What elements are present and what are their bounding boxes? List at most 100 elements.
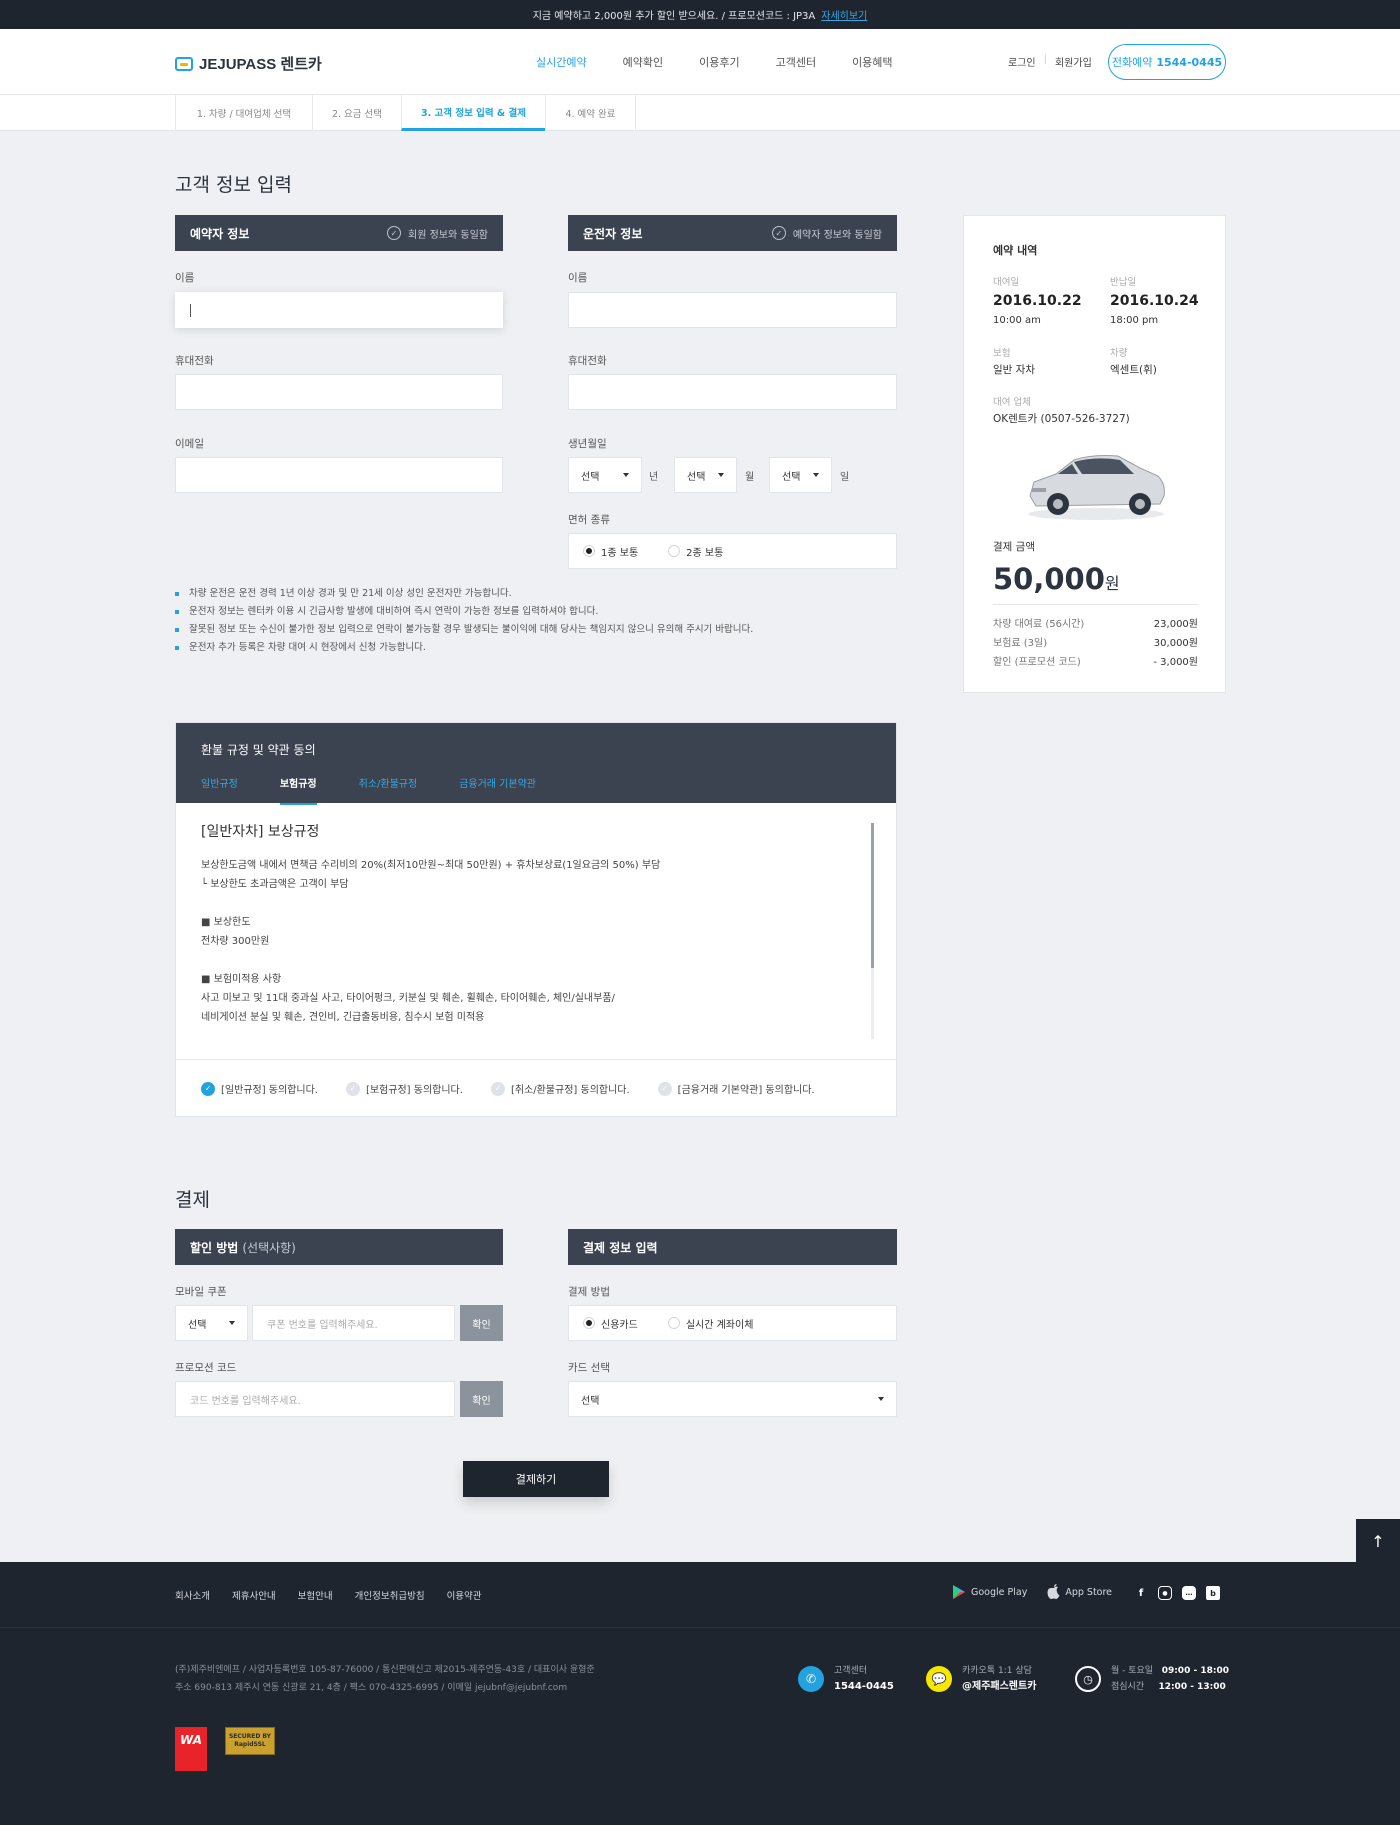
same-as-member-checkbox[interactable]: ✓ 회원 정보와 동일함	[387, 226, 488, 241]
agree-general-checkbox[interactable]: ✓ [일반규정] 동의합니다.	[201, 1081, 318, 1096]
payment-info-title: 결제 정보 입력	[583, 1240, 658, 1255]
booker-email-input[interactable]	[175, 457, 503, 493]
scroll-top-button[interactable]: ↑	[1356, 1519, 1400, 1563]
pay-method-label: 결제 방법	[568, 1286, 610, 1298]
footer-link[interactable]: 회사소개	[175, 1588, 210, 1602]
bank-transfer-radio[interactable]: 실시간 계좌이체	[667, 1316, 753, 1331]
apple-icon	[1047, 1584, 1060, 1599]
card-select[interactable]: 선택	[568, 1381, 897, 1417]
nav-reviews[interactable]: 이용후기	[699, 54, 739, 70]
discount-optional: (선택사항)	[242, 1240, 296, 1255]
customer-center: ✆ 고객센터 1544-0445	[798, 1663, 894, 1695]
birth-month-select[interactable]: 선택	[674, 457, 737, 493]
company-label: 대여 업체	[993, 397, 1031, 408]
credit-card-radio[interactable]: 신용카드	[583, 1316, 638, 1331]
terms-line: └ 보상한도 초과금액은 고객이 부담	[201, 879, 349, 890]
logo-text: JEJUPASS 렌트카	[199, 56, 322, 73]
promo-code-placeholder: 코드 번호를 입력해주세요.	[190, 1395, 301, 1407]
tab-insurance[interactable]: 보험규정	[279, 775, 317, 805]
total-value: 50,000	[993, 562, 1105, 596]
booker-email-label: 이메일	[175, 438, 204, 450]
promo-more-link[interactable]: 자세히보기	[821, 7, 867, 22]
agree-insurance-checkbox[interactable]: ✓ [보험규정] 동의합니다.	[345, 1081, 463, 1096]
company-info-line: (주)제주비엔에프 / 사업자등록번호 105-87-76000 / 통신판매신…	[175, 1665, 595, 1675]
promo-confirm-button[interactable]: 확인	[460, 1381, 503, 1417]
certification-badges: WA SECURED BY RapidSSL	[175, 1727, 275, 1771]
footer-link[interactable]: 개인정보취급방침	[355, 1588, 425, 1602]
agree-list: ✓ [일반규정] 동의합니다. ✓ [보험규정] 동의합니다. ✓ [취소/환불규정]…	[201, 1081, 815, 1096]
util-divider: |	[1043, 54, 1047, 65]
kakao-consult[interactable]: 💬 카카오톡 1:1 상담 @제주패스렌트카	[926, 1663, 1036, 1695]
payment-title: 결제	[175, 1189, 210, 1211]
booker-phone-label: 휴대전화	[175, 355, 214, 367]
app-store-link[interactable]: App Store	[1047, 1584, 1112, 1600]
insurance-label: 보험	[993, 348, 1011, 359]
day-unit: 일	[840, 472, 850, 483]
nav-customer-center[interactable]: 고객센터	[776, 54, 816, 70]
driver-info-header: 운전자 정보 ✓ 예약자 정보와 동일함	[568, 215, 897, 251]
nav-realtime-booking[interactable]: 실시간예약	[536, 54, 587, 70]
booker-name-label: 이름	[175, 272, 195, 284]
coupon-select[interactable]: 선택	[175, 1305, 248, 1341]
license-type-1-radio[interactable]: 1종 보통	[583, 544, 638, 559]
booker-phone-input[interactable]	[175, 374, 503, 410]
phone-booking-label: 전화예약	[1111, 56, 1153, 69]
terms-line: 전차량 300만원	[201, 936, 270, 947]
step-2[interactable]: 2. 요금 선택	[312, 95, 401, 131]
driver-birth-label: 생년월일	[568, 438, 607, 450]
chevron-down-icon	[878, 1397, 884, 1401]
fee-label: 보험료 (3일)	[993, 638, 1048, 649]
footer-link[interactable]: 이용약관	[447, 1588, 482, 1602]
coupon-input[interactable]: 쿠폰 번호를 입력해주세요.	[252, 1305, 455, 1341]
instagram-icon[interactable]: ●	[1158, 1586, 1172, 1600]
phone-booking-button[interactable]: 전화예약 1544-0445	[1108, 44, 1226, 80]
step-1[interactable]: 1. 차량 / 대여업체 선택	[175, 95, 312, 131]
talk-icon[interactable]: …	[1182, 1586, 1196, 1600]
same-as-booker-label: 예약자 정보와 동일함	[792, 229, 882, 241]
logo[interactable]: JEJUPASS 렌트카	[175, 53, 322, 74]
footer-link[interactable]: 제휴사안내	[232, 1588, 276, 1602]
booker-name-input[interactable]	[175, 292, 503, 328]
terms-panel: 환불 규정 및 약관 동의 일반규정 보험규정 취소/환불규정 금융거래 기본약…	[175, 722, 897, 1117]
step-3[interactable]: 3. 고객 정보 입력 & 결제	[401, 95, 545, 131]
google-play-icon	[953, 1585, 965, 1599]
birth-year-select[interactable]: 선택	[568, 457, 642, 493]
text-caret	[190, 303, 191, 317]
agree-label: [보험규정] 동의합니다.	[365, 1085, 463, 1096]
terms-line	[201, 951, 861, 970]
terms-scrollbar[interactable]	[871, 823, 874, 1039]
footer-nav: 회사소개 제휴사안내 보험안내 개인정보취급방침 이용약관	[175, 1588, 482, 1602]
terms-line	[201, 894, 861, 913]
driver-phone-input[interactable]	[568, 374, 897, 410]
tab-finance[interactable]: 금융거래 기본약관	[459, 775, 536, 805]
summary-title: 예약 내역	[993, 244, 1038, 257]
agree-refund-checkbox[interactable]: ✓ [취소/환불규정] 동의합니다.	[490, 1081, 630, 1096]
terms-title: 환불 규정 및 약관 동의	[201, 743, 316, 757]
join-link[interactable]: 회원가입	[1055, 54, 1092, 69]
login-link[interactable]: 로그인	[1008, 54, 1036, 69]
step-4[interactable]: 4. 예약 완료	[545, 95, 636, 131]
birth-day-select[interactable]: 선택	[769, 457, 832, 493]
promo-code-input[interactable]: 코드 번호를 입력해주세요.	[175, 1381, 455, 1417]
kakao-id: @제주패스렌트카	[962, 1681, 1037, 1692]
scrollbar-thumb[interactable]	[871, 823, 874, 968]
footer-link[interactable]: 보험안내	[298, 1588, 333, 1602]
agree-label: [일반규정] 동의합니다.	[221, 1085, 318, 1096]
facebook-icon[interactable]: f	[1134, 1586, 1148, 1600]
driver-name-input[interactable]	[568, 292, 897, 328]
coupon-confirm-button[interactable]: 확인	[460, 1305, 503, 1341]
blog-icon[interactable]: b	[1206, 1586, 1220, 1600]
social-links: f ● … b	[1134, 1586, 1220, 1600]
terms-line: 사고 미보고 및 11대 중과실 사고, 타이어펑크, 키분실 및 훼손, 휠훼…	[201, 993, 615, 1004]
nav-benefits[interactable]: 이용혜택	[852, 54, 892, 70]
terms-line: ■ 보상한도	[201, 917, 251, 928]
agree-finance-checkbox[interactable]: ✓ [금융거래 기본약관] 동의합니다.	[657, 1081, 815, 1096]
page-title: 고객 정보 입력	[175, 174, 292, 196]
nav-booking-check[interactable]: 예약확인	[623, 54, 663, 70]
google-play-link[interactable]: Google Play	[952, 1584, 1027, 1600]
tab-general[interactable]: 일반규정	[201, 775, 238, 805]
tab-refund[interactable]: 취소/환불규정	[359, 775, 418, 805]
same-as-booker-checkbox[interactable]: ✓ 예약자 정보와 동일함	[771, 226, 882, 241]
license-type-2-radio[interactable]: 2종 보통	[668, 544, 723, 559]
pay-button[interactable]: 결제하기	[463, 1461, 609, 1497]
